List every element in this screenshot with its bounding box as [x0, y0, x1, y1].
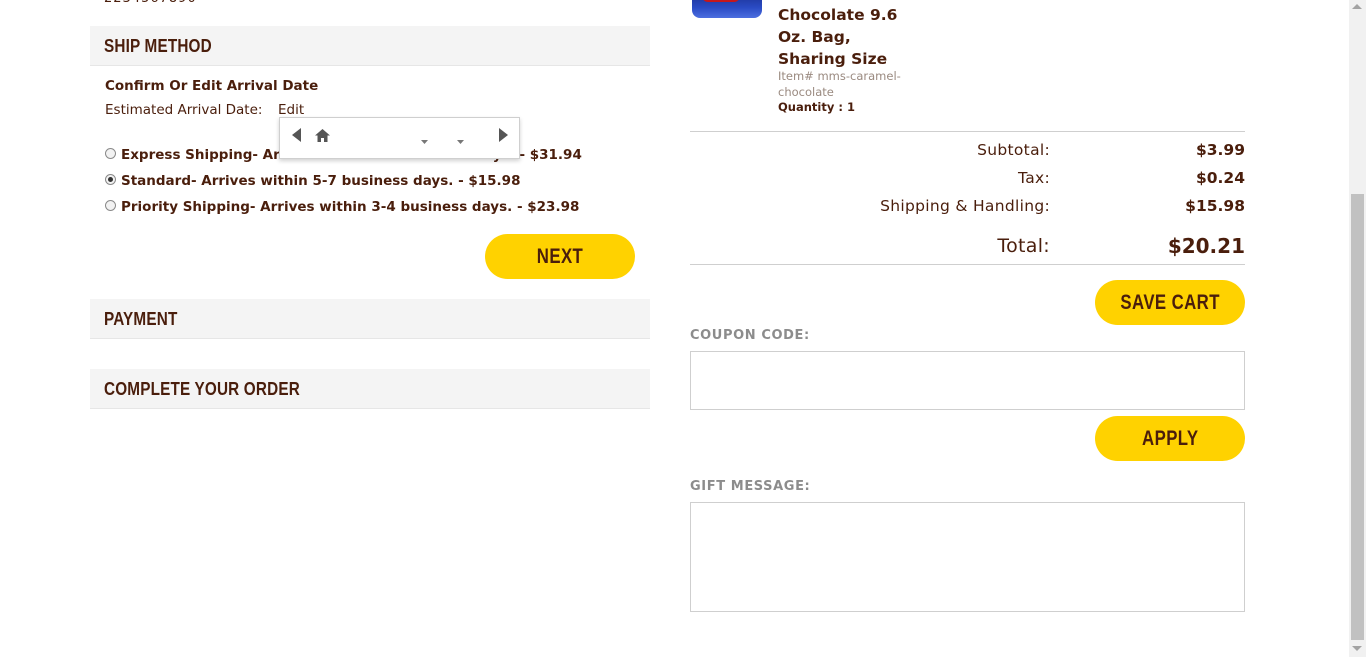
triangle-left-icon[interactable]	[292, 128, 301, 145]
save-cart-button[interactable]: SAVE CART	[1095, 280, 1245, 325]
home-icon[interactable]	[315, 129, 330, 145]
subtotal-label: Subtotal:	[977, 141, 1050, 159]
divider	[690, 131, 1245, 132]
triangle-right-icon[interactable]	[499, 128, 508, 145]
year-dropdown-caret-down-icon[interactable]	[457, 133, 464, 147]
shipping-handling-label: Shipping & Handling:	[880, 197, 1050, 215]
confirm-arrival-text: Confirm Or Edit Arrival Date	[105, 78, 319, 94]
complete-order-title: COMPLETE YOUR ORDER	[104, 379, 300, 399]
shipping-option-standard[interactable]: Standard- Arrives within 5-7 business da…	[105, 173, 520, 189]
estimated-arrival-label: Estimated Arrival Date:	[105, 102, 263, 118]
product-item-number: Item# mms-caramel-chocolate	[778, 69, 901, 99]
total-label: Total:	[997, 235, 1050, 257]
scrollbar-thumb[interactable]	[1351, 194, 1364, 640]
complete-order-header[interactable]: COMPLETE YOUR ORDER	[90, 369, 650, 409]
shipping-option-priority[interactable]: Priority Shipping- Arrives within 3-4 bu…	[105, 199, 579, 215]
ship-method-header[interactable]: SHIP METHOD	[90, 26, 650, 66]
shipping-option-priority-label: Priority Shipping- Arrives within 3-4 bu…	[121, 199, 580, 215]
scroll-up-icon[interactable]	[1352, 4, 1362, 9]
payment-title: PAYMENT	[104, 309, 178, 329]
product-image[interactable]	[692, 0, 762, 18]
payment-header[interactable]: PAYMENT	[90, 299, 650, 339]
divider	[690, 264, 1245, 265]
month-dropdown-caret-down-icon[interactable]	[421, 133, 428, 147]
apply-button-label: APPLY	[1141, 426, 1199, 450]
coupon-code-label: COUPON CODE:	[690, 328, 810, 343]
scroll-down-icon[interactable]	[1352, 646, 1362, 651]
tax-value: $0.24	[1195, 169, 1245, 187]
phone-number-partial: 2234567890	[104, 0, 197, 6]
radio-standard[interactable]	[105, 173, 116, 185]
date-picker-popup	[279, 117, 520, 159]
total-value: $20.21	[1167, 234, 1245, 258]
apply-coupon-button[interactable]: APPLY	[1095, 416, 1245, 461]
tax-label: Tax:	[1018, 169, 1050, 187]
next-button-label: NEXT	[536, 244, 584, 268]
radio-express[interactable]	[105, 147, 116, 159]
edit-arrival-date-link[interactable]: Edit	[278, 102, 304, 118]
shipping-option-standard-label: Standard- Arrives within 5-7 business da…	[121, 173, 521, 189]
product-quantity: Quantity : 1	[778, 100, 855, 114]
gift-message-textarea[interactable]	[690, 502, 1245, 612]
subtotal-value: $3.99	[1195, 141, 1245, 159]
ship-method-title: SHIP METHOD	[104, 36, 212, 56]
gift-message-label: GIFT MESSAGE:	[690, 479, 811, 494]
radio-priority[interactable]	[105, 199, 116, 211]
save-cart-button-label: SAVE CART	[1120, 290, 1220, 314]
coupon-code-input[interactable]	[690, 351, 1245, 410]
product-name[interactable]: Chocolate 9.6 Oz. Bag, Sharing Size	[778, 4, 918, 70]
next-button[interactable]: NEXT	[485, 234, 635, 279]
shipping-handling-value: $15.98	[1185, 197, 1245, 215]
